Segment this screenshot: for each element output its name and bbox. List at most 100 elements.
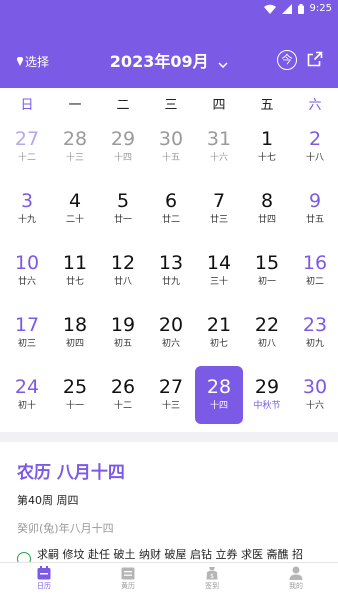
- day-number: 18: [62, 314, 88, 336]
- calendar-day[interactable]: 14 三十: [195, 242, 243, 300]
- calendar-day[interactable]: 23 初九: [291, 304, 338, 362]
- tab-checkin[interactable]: $ 签到: [170, 566, 254, 591]
- lunar-day: 廿九: [161, 277, 180, 287]
- day-number: 11: [62, 252, 88, 274]
- calendar-day[interactable]: 24 初十: [3, 366, 51, 424]
- lunar-day: 二十: [65, 215, 84, 225]
- calendar-day[interactable]: 2 十八: [291, 118, 338, 176]
- calendar-day[interactable]: 29 中秋节: [243, 366, 291, 424]
- lunar-day: 十九: [17, 215, 36, 225]
- calendar-day[interactable]: 17 初三: [3, 304, 51, 362]
- day-number: 31: [206, 128, 232, 150]
- calendar-day[interactable]: 12 廿八: [99, 242, 147, 300]
- calendar-day[interactable]: 8 廿四: [243, 180, 291, 238]
- lunar-day: 十五: [161, 153, 180, 163]
- day-number: 12: [110, 252, 136, 274]
- tab-almanac[interactable]: 黄历: [86, 566, 170, 591]
- tab-calendar[interactable]: 日历: [2, 566, 86, 591]
- profile-icon: [289, 566, 303, 580]
- lunar-day: 初七: [209, 339, 228, 349]
- calendar-day[interactable]: 20 初六: [147, 304, 195, 362]
- lunar-day: 十八: [305, 153, 324, 163]
- weekday-label: 三: [164, 98, 178, 113]
- lunar-day: 十二: [113, 401, 132, 411]
- day-number: 4: [68, 190, 82, 212]
- day-number: 22: [254, 314, 280, 336]
- tab-profile[interactable]: 我的: [254, 566, 338, 591]
- calendar-day[interactable]: 21 初七: [195, 304, 243, 362]
- calendar-day[interactable]: 7 廿三: [195, 180, 243, 238]
- status-bar: 9:25: [0, 0, 338, 18]
- calendar-day[interactable]: 1 十七: [243, 118, 291, 176]
- calendar-day[interactable]: 18 初四: [51, 304, 99, 362]
- battery-icon: [297, 3, 304, 14]
- tab-label: 签到: [205, 582, 219, 590]
- calendar-day[interactable]: 15 初一: [243, 242, 291, 300]
- calendar-day[interactable]: 11 廿七: [51, 242, 99, 300]
- today-button[interactable]: 今: [277, 50, 297, 70]
- lunar-day: 十七: [257, 153, 276, 163]
- calendar-day[interactable]: 13 廿九: [147, 242, 195, 300]
- day-number: 13: [158, 252, 184, 274]
- day-number: 25: [62, 376, 88, 398]
- share-button[interactable]: [307, 51, 323, 71]
- calendar-day[interactable]: 22 初八: [243, 304, 291, 362]
- day-number: 9: [308, 190, 322, 212]
- festival-label: 中秋节: [253, 401, 281, 411]
- lunar-date-title: 农历 八月十四: [17, 463, 125, 483]
- status-time: 9:25: [309, 3, 332, 14]
- calendar-day[interactable]: 27 十二: [3, 118, 51, 176]
- lunar-day: 十六: [305, 401, 324, 411]
- day-number: 15: [254, 252, 280, 274]
- calendar-day[interactable]: 6 廿二: [147, 180, 195, 238]
- day-number: 3: [20, 190, 34, 212]
- almanac-icon: [121, 567, 135, 580]
- lunar-day: 初三: [17, 339, 36, 349]
- calendar-day[interactable]: 3 十九: [3, 180, 51, 238]
- lunar-day: 十六: [209, 153, 228, 163]
- calendar-day[interactable]: 10 廿六: [3, 242, 51, 300]
- calendar-day[interactable]: 19 初五: [99, 304, 147, 362]
- calendar-day[interactable]: 9 廿五: [291, 180, 338, 238]
- calendar-day[interactable]: 26 十二: [99, 366, 147, 424]
- signal-icon: [281, 3, 292, 14]
- day-number: 30: [302, 376, 328, 398]
- day-detail-panel: 农历 八月十四 第40周 周四 癸卯(兔)年八月十四 求嗣 修坟 赴任 破土 纳…: [0, 442, 338, 566]
- weekday-label: 一: [68, 98, 82, 113]
- weekday-label: 二: [116, 98, 130, 113]
- calendar-day[interactable]: 27 十三: [147, 366, 195, 424]
- day-number: 29: [254, 376, 280, 398]
- calendar-header: 选择 2023年09月 今: [0, 18, 338, 88]
- day-number: 26: [110, 376, 136, 398]
- calendar-day[interactable]: 30 十五: [147, 118, 195, 176]
- day-number: 7: [212, 190, 226, 212]
- calendar-day[interactable]: 16 初二: [291, 242, 338, 300]
- calendar-day[interactable]: 5 廿一: [99, 180, 147, 238]
- day-number: 27: [158, 376, 184, 398]
- calendar-day[interactable]: 4 二十: [51, 180, 99, 238]
- lunar-day: 初十: [17, 401, 36, 411]
- month-title: 2023年09月: [109, 52, 209, 71]
- day-number: 28: [62, 128, 88, 150]
- calendar-day[interactable]: 31 十六: [195, 118, 243, 176]
- chevron-down-icon: [218, 53, 228, 72]
- lunar-day: 廿一: [113, 215, 132, 225]
- lunar-day: 初八: [257, 339, 276, 349]
- weekday-label: 五: [260, 98, 274, 113]
- day-number: 16: [302, 252, 328, 274]
- tab-label: 日历: [37, 582, 51, 590]
- calendar-day[interactable]: 25 十一: [51, 366, 99, 424]
- yi-activities: 求嗣 修坟 赴任 破土 纳财 破屋 启钻 立券 求医 斋醮 招: [37, 548, 303, 561]
- calendar-day[interactable]: 30 十六: [291, 366, 338, 424]
- day-number: 10: [14, 252, 40, 274]
- calendar-day[interactable]: 28 十三: [51, 118, 99, 176]
- day-number: 29: [110, 128, 136, 150]
- calendar-day-selected[interactable]: 28 十四: [195, 366, 243, 424]
- day-number: 1: [260, 128, 274, 150]
- weekday-header: 日一二三四五六: [0, 88, 338, 118]
- lunar-day: 十二: [17, 153, 36, 163]
- calendar-icon: [37, 566, 51, 580]
- day-number: 24: [14, 376, 40, 398]
- lunar-day: 初六: [161, 339, 180, 349]
- calendar-day[interactable]: 29 十四: [99, 118, 147, 176]
